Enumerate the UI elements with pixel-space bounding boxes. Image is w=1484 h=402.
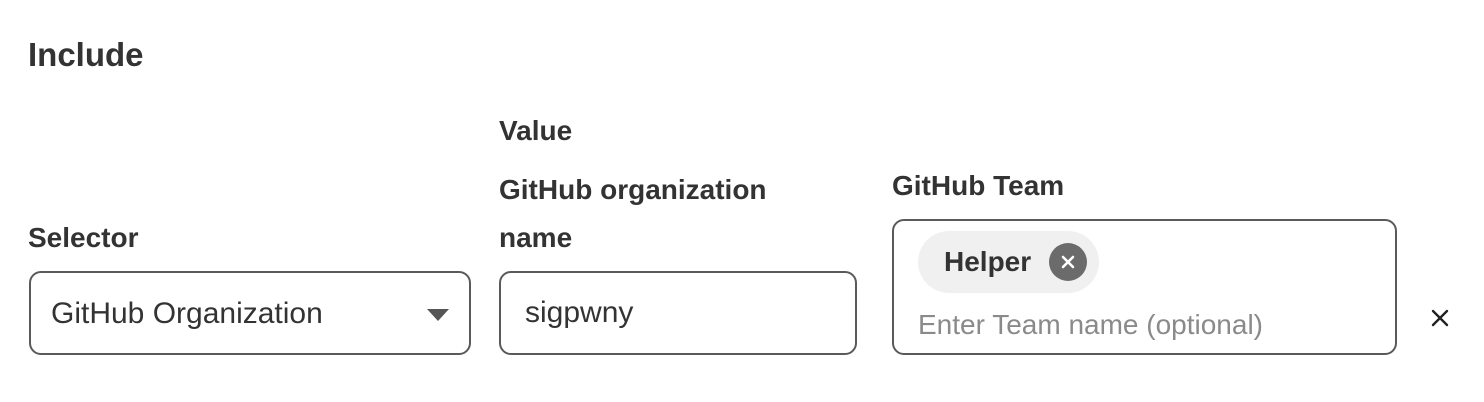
team-name-input[interactable]: [918, 309, 1358, 341]
team-multiselect[interactable]: Helper: [892, 219, 1397, 355]
value-group-label: Value: [499, 115, 573, 146]
selector-dropdown[interactable]: GitHub Organization: [29, 271, 471, 355]
org-name-label-line1: GitHub organization: [499, 174, 767, 205]
chevron-down-icon: [427, 309, 449, 321]
selector-value: GitHub Organization: [51, 297, 323, 330]
remove-row-button[interactable]: [1426, 304, 1454, 332]
org-name-label-line2: name: [499, 222, 573, 253]
section-heading: Include: [28, 36, 144, 73]
team-label: GitHub Team: [892, 170, 1065, 201]
team-chip-label: Helper: [944, 246, 1032, 277]
close-icon: [1431, 309, 1449, 327]
selector-label: Selector: [28, 222, 139, 253]
org-name-input[interactable]: [499, 271, 857, 355]
chip-remove-button[interactable]: [1049, 243, 1088, 281]
close-icon: [1061, 255, 1075, 269]
team-chip: Helper: [918, 231, 1100, 293]
